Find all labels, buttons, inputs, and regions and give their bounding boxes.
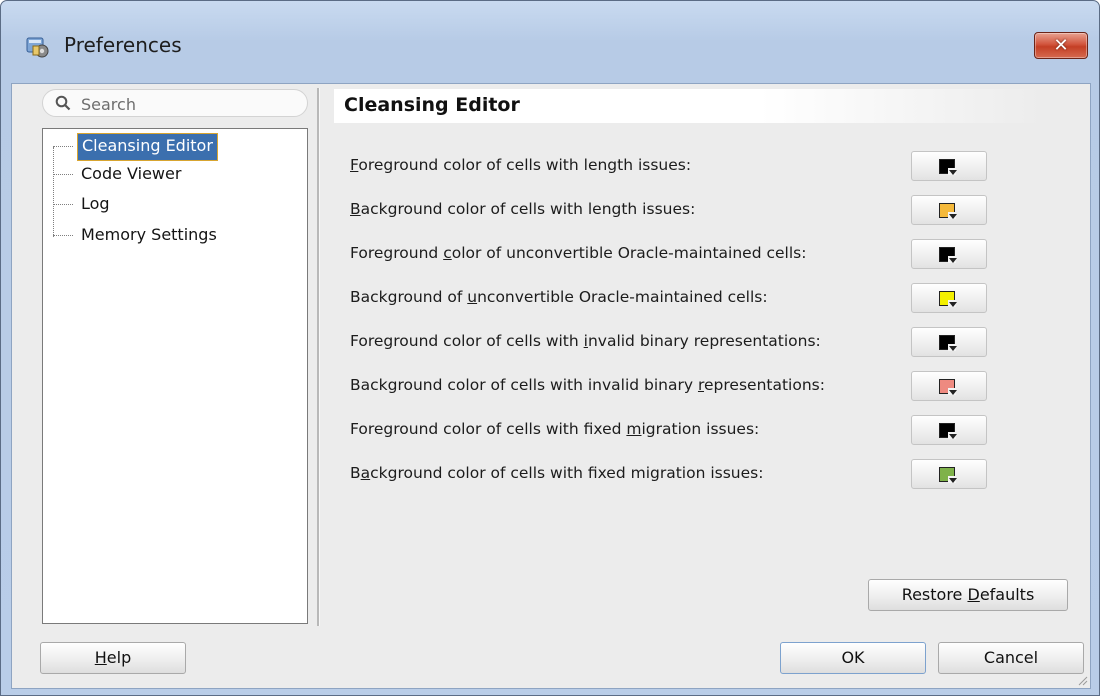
color-picker-button[interactable]: [911, 283, 987, 313]
pref-label: Foreground color of unconvertible Oracle…: [350, 244, 806, 262]
search-input[interactable]: [79, 92, 303, 116]
color-swatch-icon: [939, 423, 957, 439]
label-text: Background color of cells with invalid b…: [350, 376, 698, 394]
color-picker-button[interactable]: [911, 459, 987, 489]
tree-item-label: Log: [81, 194, 110, 213]
tree-connector: [53, 235, 73, 236]
search-field[interactable]: [42, 89, 308, 117]
button-label: Restore Defaults: [869, 580, 1067, 610]
pref-row-bg-unconvertible: Background of unconvertible Oracle-maint…: [350, 280, 990, 316]
label-text: Foreground color of cells with: [350, 332, 584, 350]
tree-connector: [53, 146, 73, 147]
window-title: Preferences: [64, 33, 182, 57]
pref-label: Background color of cells with length is…: [350, 200, 695, 218]
tree-item-label: Cleansing Editor: [77, 133, 218, 161]
help-button[interactable]: Help: [40, 642, 186, 674]
label-text: ckground color of cells with fixed migra…: [370, 464, 764, 482]
label-mnemonic: m: [626, 420, 642, 438]
label-text: Restore: [901, 585, 968, 604]
color-picker-button[interactable]: [911, 195, 987, 225]
label-text: efaults: [979, 585, 1035, 604]
label-mnemonic: u: [467, 288, 478, 306]
color-swatch-icon: [939, 159, 957, 175]
label-mnemonic: H: [94, 648, 107, 667]
color-swatch-icon: [939, 335, 957, 351]
label-text: Foreground color of cells with fixed: [350, 420, 627, 438]
color-picker-button[interactable]: [911, 239, 987, 269]
resize-grip-icon[interactable]: [1076, 674, 1088, 686]
title-bar[interactable]: Preferences ✕: [1, 1, 1099, 83]
button-label: Cancel: [983, 648, 1039, 667]
search-icon: [55, 95, 71, 111]
tree-connector: [53, 147, 54, 237]
label-text: igration issues:: [641, 420, 760, 438]
preferences-app-icon: [26, 37, 49, 58]
label-mnemonic: c: [443, 244, 452, 262]
label-mnemonic: D: [967, 585, 980, 604]
label-text: Background of: [350, 288, 468, 306]
label-mnemonic: B: [350, 200, 361, 218]
label-text: olor of unconvertible Oracle-maintained …: [451, 244, 807, 262]
button-label: OK: [841, 648, 865, 667]
page-title: Cleansing Editor: [344, 94, 520, 116]
pref-row-fg-invalid-binary: Foreground color of cells with invalid b…: [350, 324, 990, 360]
pref-label: Background color of cells with invalid b…: [350, 376, 825, 394]
pref-label: Background of unconvertible Oracle-maint…: [350, 288, 768, 306]
color-swatch-icon: [939, 291, 957, 307]
pref-row-fg-fixed-migration: Foreground color of cells with fixed mig…: [350, 412, 990, 448]
color-swatch-icon: [939, 379, 957, 395]
dialog-body: Cleansing Editor Code Viewer Log Memory …: [11, 83, 1091, 689]
pref-row-fg-length: Foreground color of cells with length is…: [350, 148, 990, 184]
close-button[interactable]: ✕: [1034, 32, 1088, 59]
pref-row-bg-length: Background color of cells with length is…: [350, 192, 990, 228]
color-swatch-icon: [939, 247, 957, 263]
pref-label: Foreground color of cells with length is…: [350, 156, 691, 174]
label-text: elp: [106, 648, 132, 667]
label-mnemonic: a: [360, 464, 371, 482]
label-text: nconvertible Oracle-maintained cells:: [477, 288, 768, 306]
restore-defaults-button[interactable]: Restore Defaults: [868, 579, 1068, 611]
color-picker-button[interactable]: [911, 371, 987, 401]
label-text: oreground color of cells with length iss…: [358, 156, 692, 174]
label-text: B: [350, 464, 361, 482]
page-header: Cleansing Editor: [334, 89, 1044, 123]
ok-button[interactable]: OK: [780, 642, 926, 674]
pref-row-bg-fixed-migration: Background color of cells with fixed mig…: [350, 456, 990, 492]
label-text: Foreground: [350, 244, 444, 262]
tree-connector: [53, 174, 73, 175]
preferences-dialog: Preferences ✕ Cleansing Editor Code View…: [0, 0, 1100, 696]
pref-row-bg-invalid-binary: Background color of cells with invalid b…: [350, 368, 990, 404]
color-swatch-icon: [939, 203, 957, 219]
preferences-tree[interactable]: Cleansing Editor Code Viewer Log Memory …: [42, 128, 308, 624]
pref-label: Foreground color of cells with invalid b…: [350, 332, 821, 350]
pref-label: Background color of cells with fixed mig…: [350, 464, 763, 482]
label-text: ackground color of cells with length iss…: [360, 200, 696, 218]
tree-connector: [53, 204, 73, 205]
tree-item-label: Memory Settings: [81, 225, 217, 244]
pane-splitter[interactable]: [317, 88, 320, 626]
close-icon: ✕: [1053, 35, 1069, 56]
tree-item-label: Code Viewer: [81, 164, 182, 183]
color-picker-button[interactable]: [911, 415, 987, 445]
color-picker-button[interactable]: [911, 151, 987, 181]
cancel-button[interactable]: Cancel: [938, 642, 1084, 674]
label-text: epresentations:: [704, 376, 825, 394]
label-text: nvalid binary representations:: [587, 332, 821, 350]
color-swatch-icon: [939, 467, 957, 483]
color-picker-button[interactable]: [911, 327, 987, 357]
pref-row-fg-unconvertible: Foreground color of unconvertible Oracle…: [350, 236, 990, 272]
pref-label: Foreground color of cells with fixed mig…: [350, 420, 759, 438]
button-label: Help: [41, 643, 185, 673]
